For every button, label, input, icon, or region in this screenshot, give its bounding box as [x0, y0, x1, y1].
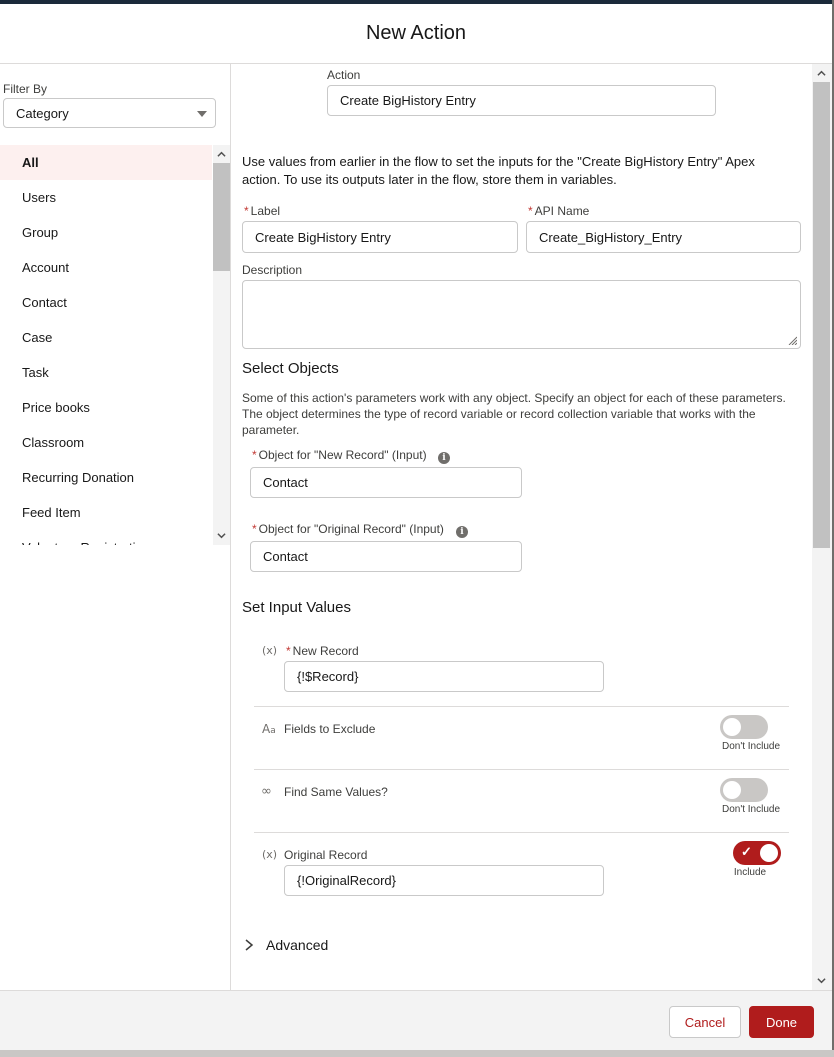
category-item-price-books[interactable]: Price books: [0, 390, 212, 425]
advanced-label: Advanced: [266, 937, 329, 953]
scroll-up-icon[interactable]: [217, 150, 226, 159]
category-item-case[interactable]: Case: [0, 320, 212, 355]
label-field-label: * Label: [244, 204, 281, 218]
category-item-volunteer-registration[interactable]: Volunteer Registration: [0, 530, 212, 545]
object-new-record-value: Contact: [263, 475, 308, 490]
modal-title: New Action: [365, 22, 467, 44]
divider: [254, 832, 789, 833]
category-item-users[interactable]: Users: [0, 180, 212, 215]
caret-down-icon: [197, 111, 207, 117]
chevron-right-icon: [245, 939, 254, 951]
category-item-group[interactable]: Group: [0, 215, 212, 250]
find-same-values-label: Find Same Values?: [284, 785, 388, 799]
category-scrollbar[interactable]: [213, 145, 230, 545]
new-record-label: * New Record: [286, 644, 359, 658]
toggle-knob: [760, 844, 778, 862]
fields-to-exclude-label: Fields to Exclude: [284, 722, 376, 736]
resize-grip-icon[interactable]: [787, 335, 797, 345]
category-item-account[interactable]: Account: [0, 250, 212, 285]
fields-to-exclude-toggle-caption: Don't Include: [721, 741, 781, 752]
description-label: Description: [242, 263, 303, 277]
cancel-button[interactable]: Cancel: [669, 1006, 741, 1038]
original-record-input[interactable]: {!OriginalRecord}: [284, 865, 604, 896]
scroll-down-icon[interactable]: [817, 976, 826, 985]
set-input-values-title: Set Input Values: [242, 599, 351, 616]
advanced-section-toggle[interactable]: Advanced: [244, 937, 328, 953]
config-scrollbar-thumb[interactable]: [813, 82, 830, 548]
label-input[interactable]: Create BigHistory Entry: [242, 221, 518, 253]
new-record-value: {!$Record}: [297, 669, 359, 684]
toggle-knob: [723, 718, 741, 736]
category-scrollbar-thumb[interactable]: [213, 163, 230, 271]
api-name-input[interactable]: Create_BigHistory_Entry: [526, 221, 801, 253]
api-name-value: Create_BigHistory_Entry: [539, 229, 683, 245]
action-label: Action: [327, 68, 361, 82]
action-value: Create BigHistory Entry: [340, 93, 476, 108]
find-same-values-toggle[interactable]: [720, 778, 768, 802]
action-config-panel: Action Create BigHistory Entry Use value…: [231, 64, 812, 990]
object-original-record-label: * Object for "Original Record" (Input): [252, 522, 444, 536]
done-button[interactable]: Done: [749, 1006, 814, 1038]
action-field[interactable]: Create BigHistory Entry: [327, 85, 716, 116]
fields-to-exclude-toggle[interactable]: [720, 715, 768, 739]
category-item-classroom[interactable]: Classroom: [0, 425, 212, 460]
object-new-record-input[interactable]: Contact: [250, 467, 522, 498]
boolean-icon: ∞: [261, 784, 272, 799]
filter-by-select[interactable]: Category: [3, 98, 216, 128]
required-icon: *: [252, 448, 257, 462]
info-icon[interactable]: i: [438, 452, 450, 464]
required-icon: *: [252, 522, 257, 536]
category-item-recurring-donation[interactable]: Recurring Donation: [0, 460, 212, 495]
new-record-input[interactable]: {!$Record}: [284, 661, 604, 692]
required-icon: *: [244, 204, 249, 218]
category-item-contact[interactable]: Contact: [0, 285, 212, 320]
info-icon[interactable]: i: [456, 526, 468, 538]
modal-header: New Action: [0, 4, 832, 64]
original-record-toggle-caption: Include: [733, 867, 767, 878]
taskbar-strip: [0, 1050, 834, 1057]
select-objects-title: Select Objects: [242, 360, 339, 377]
check-icon: ✓: [741, 844, 752, 859]
category-item-feed-item[interactable]: Feed Item: [0, 495, 212, 530]
category-panel: Filter By Category All Users Group Accou…: [0, 64, 231, 990]
label-input-value: Create BigHistory Entry: [255, 229, 391, 245]
divider: [254, 769, 789, 770]
api-name-label: * API Name: [528, 204, 590, 218]
toggle-knob: [723, 781, 741, 799]
divider: [254, 706, 789, 707]
text-icon: Aa: [262, 722, 276, 736]
scroll-down-icon[interactable]: [217, 531, 226, 540]
description-textarea[interactable]: [242, 280, 801, 349]
original-record-toggle[interactable]: ✓: [733, 841, 781, 865]
variable-icon: (x): [262, 644, 278, 657]
scroll-up-icon[interactable]: [817, 69, 826, 78]
original-record-value: {!OriginalRecord}: [297, 873, 396, 888]
category-item-all[interactable]: All: [0, 145, 212, 180]
filter-by-value: Category: [16, 105, 69, 121]
required-icon: *: [528, 204, 533, 218]
intro-text: Use values from earlier in the flow to s…: [242, 154, 755, 187]
object-original-record-input[interactable]: Contact: [250, 541, 522, 572]
modal-footer: Cancel Done: [0, 990, 832, 1051]
object-new-record-label: * Object for "New Record" (Input): [252, 448, 427, 462]
filter-by-label: Filter By: [3, 82, 48, 96]
category-list: All Users Group Account Contact Case Tas…: [0, 145, 212, 545]
variable-icon: (x): [262, 848, 278, 861]
required-icon: *: [286, 644, 291, 658]
category-item-task[interactable]: Task: [0, 355, 212, 390]
original-record-label: Original Record: [284, 848, 368, 862]
config-scrollbar[interactable]: [812, 64, 832, 990]
find-same-values-toggle-caption: Don't Include: [721, 804, 781, 815]
select-objects-help: Some of this action's parameters work wi…: [242, 391, 786, 437]
object-original-record-value: Contact: [263, 549, 308, 564]
